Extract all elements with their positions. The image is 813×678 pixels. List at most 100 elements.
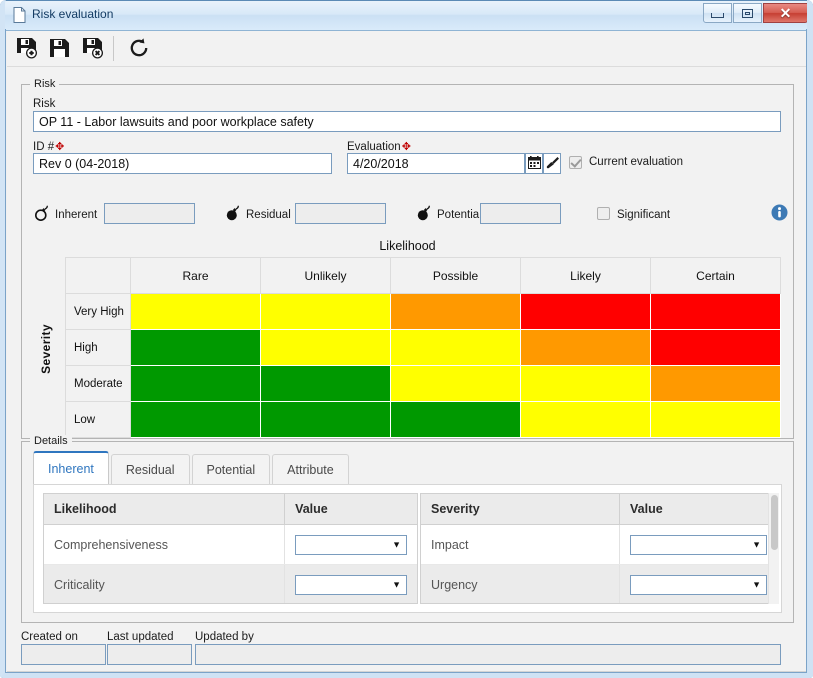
matrix-cell-1-3[interactable] (520, 329, 651, 366)
save-close-icon (82, 37, 104, 62)
save-new-icon (16, 37, 38, 62)
likelihood-value-cell-0: ▼ (284, 524, 417, 565)
matrix-row-header-2: Moderate (65, 365, 131, 402)
created-on-field (21, 644, 106, 665)
matrix-cell-0-1[interactable] (260, 293, 391, 330)
likelihood-axis-title: Likelihood (379, 239, 436, 253)
matrix-cell-0-0[interactable] (130, 293, 261, 330)
matrix-row: Very High (65, 293, 781, 330)
severity-dropdown-0[interactable]: ▼ (630, 534, 767, 555)
refresh-icon (128, 37, 150, 62)
risk-group-legend: Risk (30, 78, 60, 90)
likelihood-dropdown-0[interactable]: ▼ (295, 534, 407, 555)
details-scrollbar[interactable] (768, 493, 779, 604)
severity-value-cell-1: ▼ (619, 564, 777, 603)
matrix-cell-3-4[interactable] (650, 401, 781, 438)
matrix-cell-0-3[interactable] (520, 293, 651, 330)
matrix-cell-2-3[interactable] (520, 365, 651, 402)
potential-score-field[interactable] (480, 203, 561, 224)
chevron-down-icon: ▼ (752, 539, 761, 549)
matrix-cell-2-2[interactable] (390, 365, 521, 402)
matrix-row: High (65, 329, 781, 366)
likelihood-value-column-header: Value (284, 494, 417, 525)
inherent-score-label: Inherent (55, 209, 98, 221)
info-icon[interactable] (771, 204, 788, 224)
severity-value-column-header: Value (619, 494, 777, 525)
matrix-cell-2-1[interactable] (260, 365, 391, 402)
severity-label-0: Impact (421, 524, 620, 565)
toolbar-separator (113, 36, 114, 61)
content-area: Risk Risk OP 11 - Labor lawsuits and poo… (7, 66, 808, 674)
matrix-corner-cell (65, 257, 131, 294)
likelihood-dropdown-1[interactable]: ▼ (295, 574, 407, 595)
matrix-cell-3-0[interactable] (130, 401, 261, 438)
title-bar: Risk evaluation ✕ (1, 1, 812, 31)
tab-residual[interactable]: Residual (110, 454, 190, 484)
matrix-row: Moderate (65, 365, 781, 402)
matrix-row-header-1: High (65, 329, 131, 366)
minimize-button[interactable] (703, 3, 732, 23)
calendar-picker-button[interactable] (525, 153, 543, 174)
maximize-button[interactable] (733, 3, 762, 23)
table-row: Impact ▼ (421, 524, 777, 565)
id-field-label: ID #✥ (33, 141, 65, 153)
save-button[interactable] (46, 35, 74, 63)
updated-by-label: Updated by (195, 631, 254, 643)
matrix-cell-2-0[interactable] (130, 365, 261, 402)
matrix-column-header-2: Possible (390, 257, 521, 294)
bomb-icon-inherent (34, 205, 50, 224)
chevron-down-icon: ▼ (752, 579, 761, 589)
save-and-close-button[interactable] (79, 35, 107, 63)
matrix-column-header-4: Certain (650, 257, 781, 294)
close-icon: ✕ (779, 5, 792, 21)
significant-checkbox[interactable] (597, 207, 610, 220)
id-field[interactable]: Rev 0 (04-2018) (33, 153, 332, 174)
document-icon (13, 7, 26, 23)
matrix-cell-3-2[interactable] (390, 401, 521, 438)
likelihood-label-1: Criticality (44, 564, 286, 603)
tab-potential[interactable]: Potential (191, 454, 271, 484)
chevron-down-icon: ▼ (392, 539, 401, 549)
matrix-cell-0-2[interactable] (390, 293, 521, 330)
inherent-score-field[interactable] (104, 203, 195, 224)
calendar-icon (527, 155, 541, 172)
matrix-column-header-0: Rare (130, 257, 261, 294)
matrix-cell-1-2[interactable] (390, 329, 521, 366)
severity-value-cell-0: ▼ (619, 524, 777, 565)
severity-dropdown-1[interactable]: ▼ (630, 574, 767, 595)
refresh-button[interactable] (125, 35, 153, 63)
tab-inherent[interactable]: Inherent (33, 451, 109, 484)
matrix-cell-1-1[interactable] (260, 329, 391, 366)
matrix-cell-0-4[interactable] (650, 293, 781, 330)
details-scrollbar-thumb[interactable] (771, 495, 778, 550)
severity-column-header: Severity (421, 494, 620, 525)
matrix-cell-3-1[interactable] (260, 401, 391, 438)
close-button[interactable]: ✕ (763, 3, 808, 23)
clear-date-button[interactable] (543, 153, 561, 174)
details-group-legend: Details (30, 435, 72, 447)
required-marker-evaluation: ✥ (401, 141, 411, 153)
table-row: Criticality ▼ (44, 564, 417, 603)
significant-label: Significant (617, 209, 671, 221)
evaluation-field-label: Evaluation✥ (347, 141, 411, 153)
chevron-down-icon: ▼ (392, 579, 401, 589)
risk-field[interactable]: OP 11 - Labor lawsuits and poor workplac… (33, 111, 781, 132)
tab-attribute[interactable]: Attribute (272, 454, 349, 484)
matrix-column-header-3: Likely (520, 257, 651, 294)
matrix-cell-2-4[interactable] (650, 365, 781, 402)
risk-evaluation-window: Risk evaluation ✕ Risk Risk OP 11 - Labo… (0, 0, 813, 678)
current-evaluation-checkbox[interactable] (569, 156, 582, 169)
bomb-icon-potential (416, 205, 432, 224)
evaluation-date-field[interactable]: 4/20/2018 (347, 153, 525, 174)
matrix-header-row: Rare Unlikely Possible Likely Certain (65, 257, 781, 294)
matrix-cell-1-0[interactable] (130, 329, 261, 366)
bomb-icon-residual (225, 205, 241, 224)
residual-score-field[interactable] (295, 203, 386, 224)
matrix-cell-3-3[interactable] (520, 401, 651, 438)
save-and-new-button[interactable] (13, 35, 41, 63)
severity-grid-header: Severity Value (421, 494, 777, 525)
last-updated-label: Last updated (107, 631, 174, 643)
current-evaluation-label: Current evaluation (589, 156, 683, 168)
window-controls: ✕ (703, 3, 808, 23)
matrix-cell-1-4[interactable] (650, 329, 781, 366)
